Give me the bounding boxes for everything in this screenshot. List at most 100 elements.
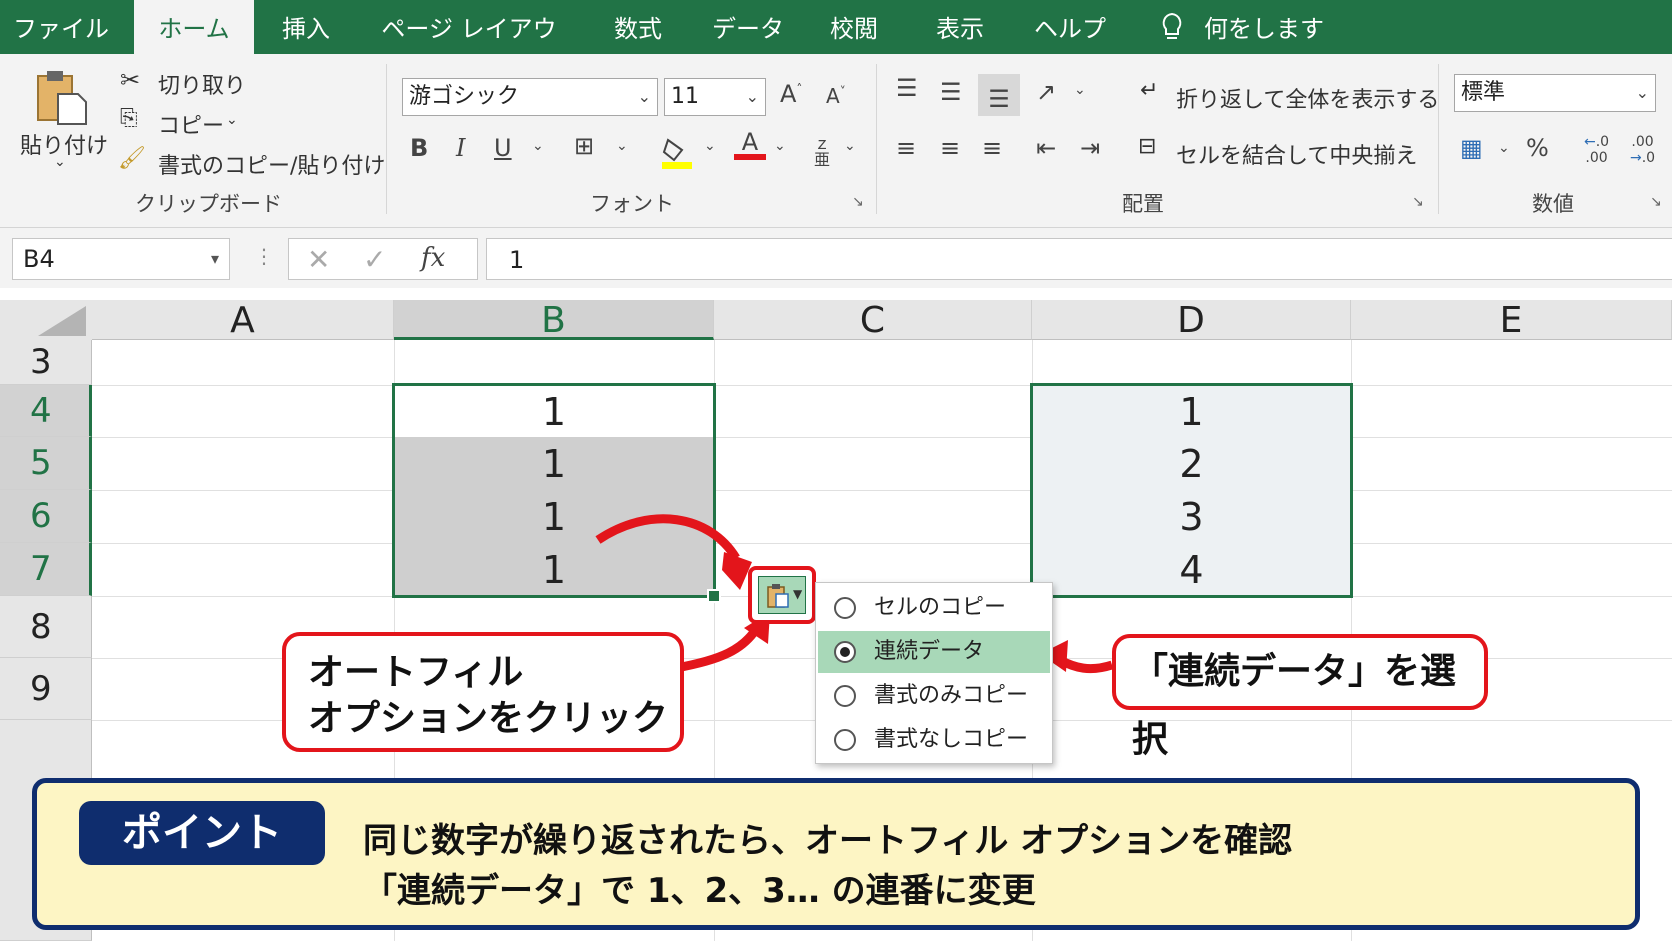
cell-d6[interactable]: 3 — [1032, 490, 1351, 543]
align-middle-icon[interactable]: ☰ — [940, 78, 962, 106]
formula-input[interactable]: 1 — [486, 238, 1672, 280]
autofill-options-button[interactable]: ▼ — [758, 576, 806, 614]
font-color-button[interactable]: A — [734, 128, 766, 160]
column-header-d[interactable]: D — [1032, 300, 1351, 341]
cut-button[interactable]: 切り取り — [158, 68, 246, 100]
font-name-select[interactable]: 游ゴシック ⌄ — [402, 78, 658, 116]
radio-icon — [834, 597, 856, 619]
radio-icon — [834, 685, 856, 707]
bold-button[interactable]: B — [410, 134, 428, 162]
menu-item-copy-cells[interactable]: セルのコピー — [818, 587, 1050, 629]
wrap-text-button[interactable]: 折り返して全体を表示する — [1176, 82, 1439, 114]
borders-dropdown-icon[interactable]: ⌄ — [616, 138, 628, 154]
borders-icon[interactable]: ⊞ — [574, 132, 594, 160]
tab-insert[interactable]: 挿入 — [270, 0, 342, 54]
column-header-b[interactable]: B — [394, 300, 714, 341]
cell-d4[interactable]: 1 — [1032, 385, 1351, 437]
formula-buttons: ✕ ✓ fx — [288, 238, 478, 280]
tab-page-layout[interactable]: ページ レイアウト — [378, 0, 560, 101]
point-line-2: 「連続データ」で 1、2、3… の連番に変更 — [363, 871, 1036, 911]
tab-review[interactable]: 校閲 — [820, 0, 888, 54]
percent-button[interactable]: % — [1526, 134, 1549, 162]
row-header-8[interactable]: 8 — [0, 596, 92, 658]
gridline — [92, 490, 1672, 491]
tab-view[interactable]: 表示 — [924, 0, 996, 54]
decrease-decimal-button[interactable]: .00 →.0 — [1630, 134, 1655, 166]
phonetic-dropdown-icon[interactable]: ⌄ — [844, 138, 856, 154]
phonetic-guide-icon[interactable]: ｚ亜 — [814, 136, 830, 168]
tab-home[interactable]: ホーム — [134, 0, 254, 56]
name-box[interactable]: B4 ▾ — [12, 238, 230, 280]
alignment-group-label: 配置 — [1122, 192, 1164, 216]
tab-help[interactable]: ヘルプ — [1030, 0, 1110, 54]
underline-dropdown-icon[interactable]: ⌄ — [532, 138, 544, 154]
copy-button[interactable]: コピー — [158, 108, 224, 140]
cancel-icon[interactable]: ✕ — [307, 243, 330, 276]
formula-bar: B4 ▾ ⋮ ✕ ✓ fx 1 — [0, 228, 1672, 288]
point-line-1: 同じ数字が繰り返されたら、オートフィル オプションを確認 — [363, 821, 1293, 861]
format-painter-button[interactable]: 書式のコピー/貼り付け — [158, 148, 385, 180]
column-header-c[interactable]: C — [714, 300, 1032, 341]
increase-indent-icon[interactable]: ⇥ — [1080, 134, 1100, 162]
clipboard-icon — [767, 584, 789, 608]
row-header-3[interactable]: 3 — [0, 340, 92, 385]
fill-color-icon[interactable] — [660, 134, 694, 170]
copy-icon: ⎘ — [120, 106, 138, 131]
cell-b5[interactable]: 1 — [394, 437, 714, 490]
copy-dropdown-icon[interactable]: ⌄ — [226, 112, 238, 128]
align-bottom-icon[interactable]: ☰ — [978, 74, 1020, 116]
tab-data[interactable]: データ — [708, 0, 788, 54]
font-color-dropdown-icon[interactable]: ⌄ — [774, 138, 786, 154]
align-center-icon[interactable]: ≡ — [940, 134, 960, 162]
column-header-e[interactable]: E — [1351, 300, 1672, 341]
align-left-icon[interactable]: ≡ — [896, 134, 916, 162]
row-header-4[interactable]: 4 — [0, 385, 92, 437]
shrink-font-button[interactable]: A˅ — [826, 84, 846, 108]
merge-center-button[interactable]: セルを結合して中央揃え — [1176, 138, 1417, 170]
callout-line-1: オートフィル — [308, 652, 524, 693]
row-header-9[interactable]: 9 — [0, 658, 92, 720]
paste-dropdown-icon[interactable]: ⌄ — [54, 154, 66, 170]
row-header-5[interactable]: 5 — [0, 437, 92, 490]
cell-d5[interactable]: 2 — [1032, 437, 1351, 490]
fill-color-dropdown-icon[interactable]: ⌄ — [704, 138, 716, 154]
insert-function-icon[interactable]: fx — [421, 243, 445, 273]
decrease-indent-icon[interactable]: ⇤ — [1036, 134, 1056, 162]
group-separator — [386, 64, 387, 214]
number-dialog-launcher-icon[interactable]: ↘ — [1650, 194, 1662, 210]
callout-line-2: オプションをクリック — [308, 698, 669, 739]
tab-file[interactable]: ファイル — [0, 0, 122, 54]
increase-decimal-button[interactable]: ←.0.00 — [1584, 134, 1609, 166]
group-separator — [876, 64, 877, 214]
alignment-dialog-launcher-icon[interactable]: ↘ — [1412, 194, 1424, 210]
cell-b6[interactable]: 1 — [394, 490, 714, 543]
menu-item-fill-without-formatting[interactable]: 書式なしコピー — [818, 719, 1050, 761]
cell-b4[interactable]: 1 — [394, 385, 714, 437]
menu-item-label: 書式なしコピー — [874, 727, 1029, 752]
row-header-6[interactable]: 6 — [0, 490, 92, 543]
select-all-corner[interactable] — [0, 300, 92, 340]
menu-item-fill-series[interactable]: 連続データ — [818, 631, 1050, 673]
italic-button[interactable]: I — [456, 134, 465, 162]
font-size-select[interactable]: 11 ⌄ — [664, 78, 766, 116]
align-top-icon[interactable]: ☰ — [896, 74, 918, 102]
menu-item-fill-formatting-only[interactable]: 書式のみコピー — [818, 675, 1050, 717]
align-right-icon[interactable]: ≡ — [982, 134, 1002, 162]
number-format-select[interactable]: 標準 ⌄ — [1454, 74, 1656, 112]
underline-button[interactable]: U — [494, 134, 512, 162]
gridline — [92, 543, 1672, 544]
accounting-dropdown-icon[interactable]: ⌄ — [1498, 140, 1510, 156]
row-header-7[interactable]: 7 — [0, 543, 92, 596]
grow-font-button[interactable]: A˄ — [780, 80, 802, 108]
orientation-dropdown-icon[interactable]: ⌄ — [1074, 82, 1086, 98]
cell-b7[interactable]: 1 — [394, 543, 714, 596]
enter-check-icon[interactable]: ✓ — [363, 243, 386, 276]
accounting-format-icon[interactable]: ▦ — [1460, 134, 1483, 162]
cell-d7[interactable]: 4 — [1032, 543, 1351, 596]
orientation-icon[interactable]: ↗ — [1036, 78, 1056, 106]
merge-dropdown-icon[interactable]: ⌄ — [1404, 142, 1416, 158]
column-header-a[interactable]: A — [92, 300, 394, 341]
font-dialog-launcher-icon[interactable]: ↘ — [852, 194, 864, 210]
tell-me-search[interactable]: 何をしますか — [1204, 0, 1334, 101]
tab-formulas[interactable]: 数式 — [600, 0, 676, 54]
